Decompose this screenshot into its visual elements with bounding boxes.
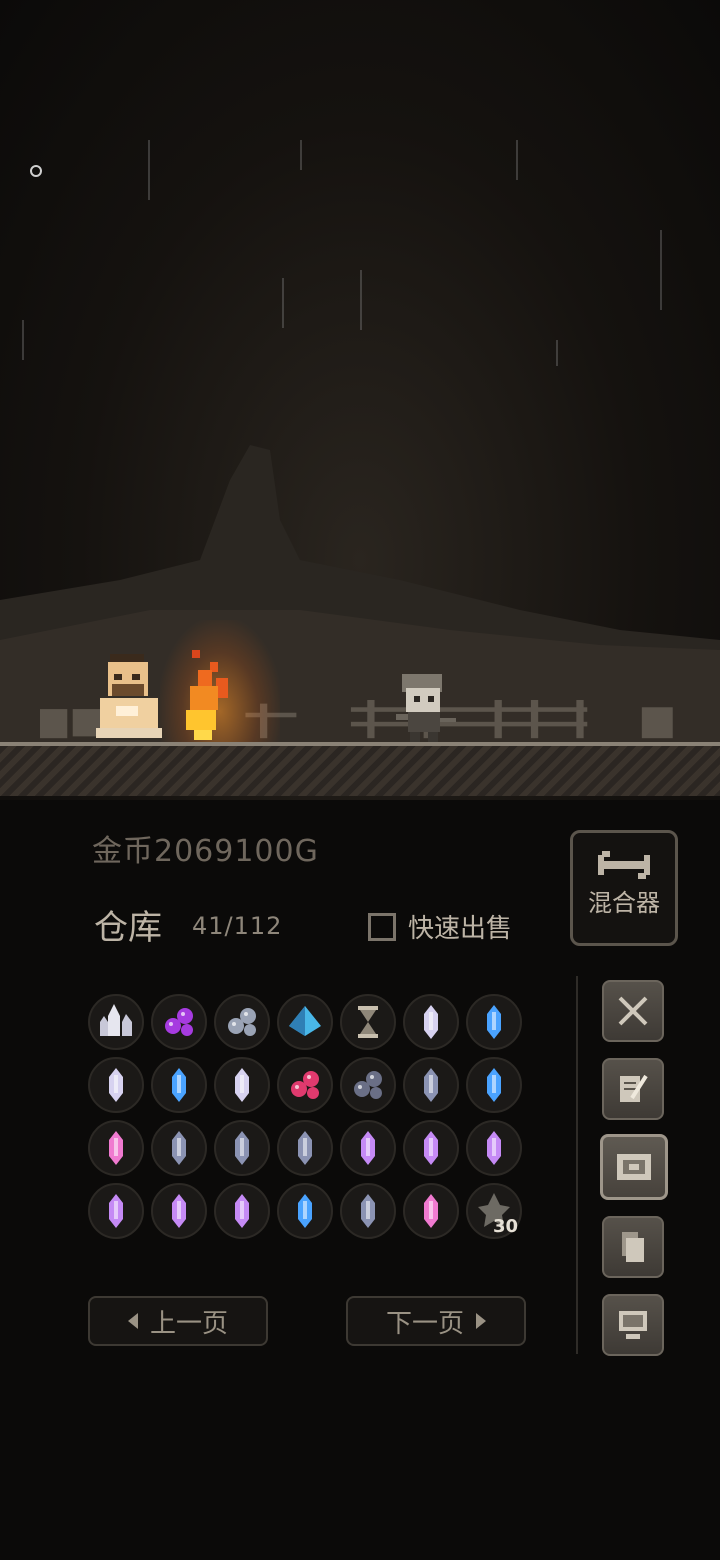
dark-crystal-icon [424, 1068, 438, 1102]
inventory-slot[interactable] [214, 994, 270, 1050]
inventory-slot[interactable] [88, 1057, 144, 1113]
wrench-icon [598, 851, 650, 879]
map-icon [617, 1154, 651, 1180]
inventory-slot[interactable] [88, 1183, 144, 1239]
inventory-slot[interactable] [466, 994, 522, 1050]
side-menu-quests[interactable] [602, 1058, 664, 1120]
inventory-slot[interactable] [214, 1120, 270, 1176]
violet-crystal-icon [424, 1131, 438, 1165]
inventory-slot[interactable] [403, 994, 459, 1050]
pink-crystal-icon [424, 1194, 438, 1228]
rain-drop [660, 230, 662, 310]
mixer-button[interactable]: 混合器 [570, 830, 678, 946]
game-scene [0, 0, 720, 800]
quick-sell-label: 快速出售 [408, 914, 513, 944]
rain-drop [148, 140, 150, 200]
prev-page-button[interactable]: 上一页 [88, 1296, 268, 1346]
computer-icon [619, 1311, 647, 1339]
inventory-slot[interactable] [277, 1183, 333, 1239]
rain-drop [282, 278, 284, 328]
inventory-slot[interactable] [403, 1183, 459, 1239]
prev-page-label: 上一页 [149, 1308, 228, 1339]
rain-drop [556, 340, 558, 366]
blue-crystal-icon [172, 1068, 186, 1102]
side-menu-computer[interactable] [602, 1294, 664, 1356]
inventory-slot[interactable] [340, 1057, 396, 1113]
inventory-slot[interactable] [151, 1183, 207, 1239]
scroll-quill-icon [620, 1074, 648, 1102]
rain-drop [300, 140, 302, 170]
hourglass-icon [358, 1006, 378, 1038]
side-menu-documents[interactable] [602, 1216, 664, 1278]
violet-crystal-icon [235, 1194, 249, 1228]
dark-orb-cluster-icon [228, 1008, 256, 1036]
inventory-slot[interactable] [466, 1120, 522, 1176]
inventory-slot[interactable] [151, 1120, 207, 1176]
dark-crystal-icon [298, 1131, 312, 1165]
violet-crystal-icon [487, 1131, 501, 1165]
crossed-swords-icon [618, 996, 648, 1026]
inventory-slot[interactable] [403, 1120, 459, 1176]
dark-crystal-icon [361, 1194, 375, 1228]
pink-crystal-icon [109, 1131, 123, 1165]
inventory-slot[interactable] [277, 1120, 333, 1176]
quick-sell-toggle[interactable]: 快速出售 [368, 908, 512, 945]
inventory-slot[interactable] [277, 1057, 333, 1113]
stack-count: 30 [492, 1216, 518, 1237]
inventory-slot[interactable] [340, 1183, 396, 1239]
stone-ground [0, 742, 720, 796]
blue-crystal-icon [487, 1068, 501, 1102]
pale-crystal-icon [424, 1005, 438, 1039]
arrow-right-icon [476, 1313, 486, 1329]
rain-drop [516, 140, 518, 180]
rain-drop [360, 270, 362, 330]
blue-crystal-icon [298, 1194, 312, 1228]
inventory-slot[interactable] [466, 1057, 522, 1113]
pale-crystal-icon [109, 1068, 123, 1102]
rain-drop [22, 320, 24, 360]
side-menu-storage[interactable] [600, 1134, 668, 1200]
red-orb-cluster-icon [291, 1071, 319, 1099]
campfire-icon [186, 650, 228, 740]
inventory-slot[interactable] [403, 1057, 459, 1113]
dark-crystal-icon [235, 1131, 249, 1165]
storage-title: 仓库 [94, 908, 162, 948]
blue-pyramid-crystal-icon [289, 1006, 321, 1036]
inventory-slot[interactable] [340, 994, 396, 1050]
dark-orb-cluster-icon [354, 1071, 382, 1099]
inventory-slot[interactable]: 30 [466, 1183, 522, 1239]
purple-orb-cluster-icon [165, 1008, 193, 1036]
player-character [396, 674, 456, 742]
inventory-slot[interactable] [214, 1057, 270, 1113]
violet-crystal-icon [109, 1194, 123, 1228]
inventory-slot[interactable] [340, 1120, 396, 1176]
violet-crystal-icon [172, 1194, 186, 1228]
dark-crystal-icon [172, 1131, 186, 1165]
next-page-label: 下一页 [385, 1308, 464, 1339]
blue-crystal-icon [487, 1005, 501, 1039]
arrow-left-icon [127, 1313, 138, 1329]
merchant-character [96, 654, 162, 738]
next-page-button[interactable]: 下一页 [346, 1296, 526, 1346]
inventory-slot[interactable] [88, 1120, 144, 1176]
white-crystal-cluster-icon [100, 1004, 132, 1036]
vertical-divider [576, 976, 578, 1354]
inventory-slot[interactable] [277, 994, 333, 1050]
inventory-slot[interactable] [88, 994, 144, 1050]
mixer-label: 混合器 [588, 889, 660, 917]
documents-icon [622, 1232, 644, 1262]
violet-crystal-icon [361, 1131, 375, 1165]
side-menu-equipment[interactable] [602, 980, 664, 1042]
inventory-slot[interactable] [151, 1057, 207, 1113]
storage-capacity: 41/112 [192, 912, 283, 940]
pale-crystal-icon [235, 1068, 249, 1102]
quick-sell-checkbox[interactable] [368, 912, 396, 941]
status-indicator-icon [30, 165, 42, 177]
inventory-slot[interactable] [151, 994, 207, 1050]
inventory-slot[interactable] [214, 1183, 270, 1239]
gold-counter: 金币2069100G [92, 834, 319, 869]
